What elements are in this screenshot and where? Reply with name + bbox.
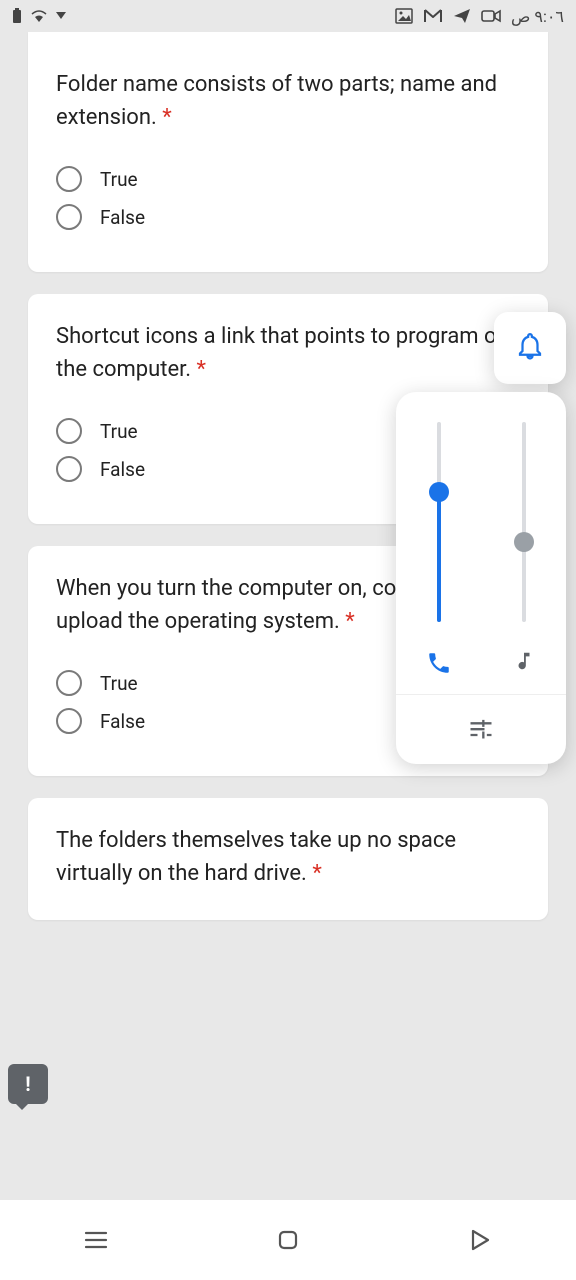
option-true[interactable]: True bbox=[56, 166, 520, 192]
send-icon bbox=[453, 8, 471, 24]
recent-apps-button[interactable] bbox=[66, 1210, 126, 1270]
question-text-span: Shortcut icons a link that points to pro… bbox=[56, 324, 509, 382]
option-false[interactable]: False bbox=[56, 204, 520, 230]
question-text: Folder name consists of two parts; name … bbox=[56, 68, 520, 134]
call-volume-slider[interactable] bbox=[396, 422, 481, 680]
question-text-span: The folders themselves take up no space … bbox=[56, 828, 456, 886]
sliders-icon bbox=[467, 714, 495, 746]
back-button[interactable] bbox=[450, 1210, 510, 1270]
radio-icon bbox=[56, 166, 82, 192]
radio-icon bbox=[56, 708, 82, 734]
video-icon bbox=[481, 9, 501, 23]
question-card-1: Folder name consists of two parts; name … bbox=[28, 32, 548, 272]
image-notif-icon bbox=[395, 8, 413, 24]
volume-panel bbox=[396, 392, 566, 764]
gmail-m-icon bbox=[423, 8, 443, 24]
radio-icon bbox=[56, 456, 82, 482]
option-label: True bbox=[100, 672, 138, 695]
option-label: False bbox=[100, 206, 145, 229]
required-asterisk: * bbox=[162, 105, 171, 130]
status-time: ٩:٠٦ ص bbox=[511, 7, 564, 26]
option-label: False bbox=[100, 710, 145, 733]
question-card-4: The folders themselves take up no space … bbox=[28, 798, 548, 920]
status-left-icons bbox=[12, 8, 66, 24]
bell-icon bbox=[515, 331, 545, 365]
option-label: False bbox=[100, 458, 145, 481]
required-asterisk: * bbox=[197, 357, 206, 382]
ring-mode-button[interactable] bbox=[494, 312, 566, 384]
status-bar: ٩:٠٦ ص bbox=[0, 0, 576, 32]
form-content: Folder name consists of two parts; name … bbox=[0, 32, 576, 1200]
option-label: True bbox=[100, 420, 138, 443]
volume-settings-button[interactable] bbox=[396, 694, 566, 764]
music-note-icon bbox=[513, 650, 535, 676]
required-asterisk: * bbox=[312, 861, 321, 886]
system-nav-bar bbox=[0, 1200, 576, 1280]
feedback-button[interactable]: ! bbox=[8, 1064, 48, 1104]
required-asterisk: * bbox=[345, 609, 354, 634]
radio-icon bbox=[56, 204, 82, 230]
question-text: The folders themselves take up no space … bbox=[56, 824, 520, 890]
exclamation-icon: ! bbox=[25, 1072, 30, 1096]
wifi-icon bbox=[30, 9, 48, 23]
home-button[interactable] bbox=[258, 1210, 318, 1270]
option-label: True bbox=[100, 168, 138, 191]
battery-icon bbox=[12, 8, 22, 24]
status-right-icons: ٩:٠٦ ص bbox=[395, 7, 564, 26]
phone-icon bbox=[426, 650, 452, 680]
question-text-span: Folder name consists of two parts; name … bbox=[56, 72, 497, 130]
radio-icon bbox=[56, 670, 82, 696]
question-text: Shortcut icons a link that points to pro… bbox=[56, 320, 520, 386]
radio-icon bbox=[56, 418, 82, 444]
media-volume-slider[interactable] bbox=[481, 422, 566, 680]
dropdown-caret-icon bbox=[56, 12, 66, 20]
